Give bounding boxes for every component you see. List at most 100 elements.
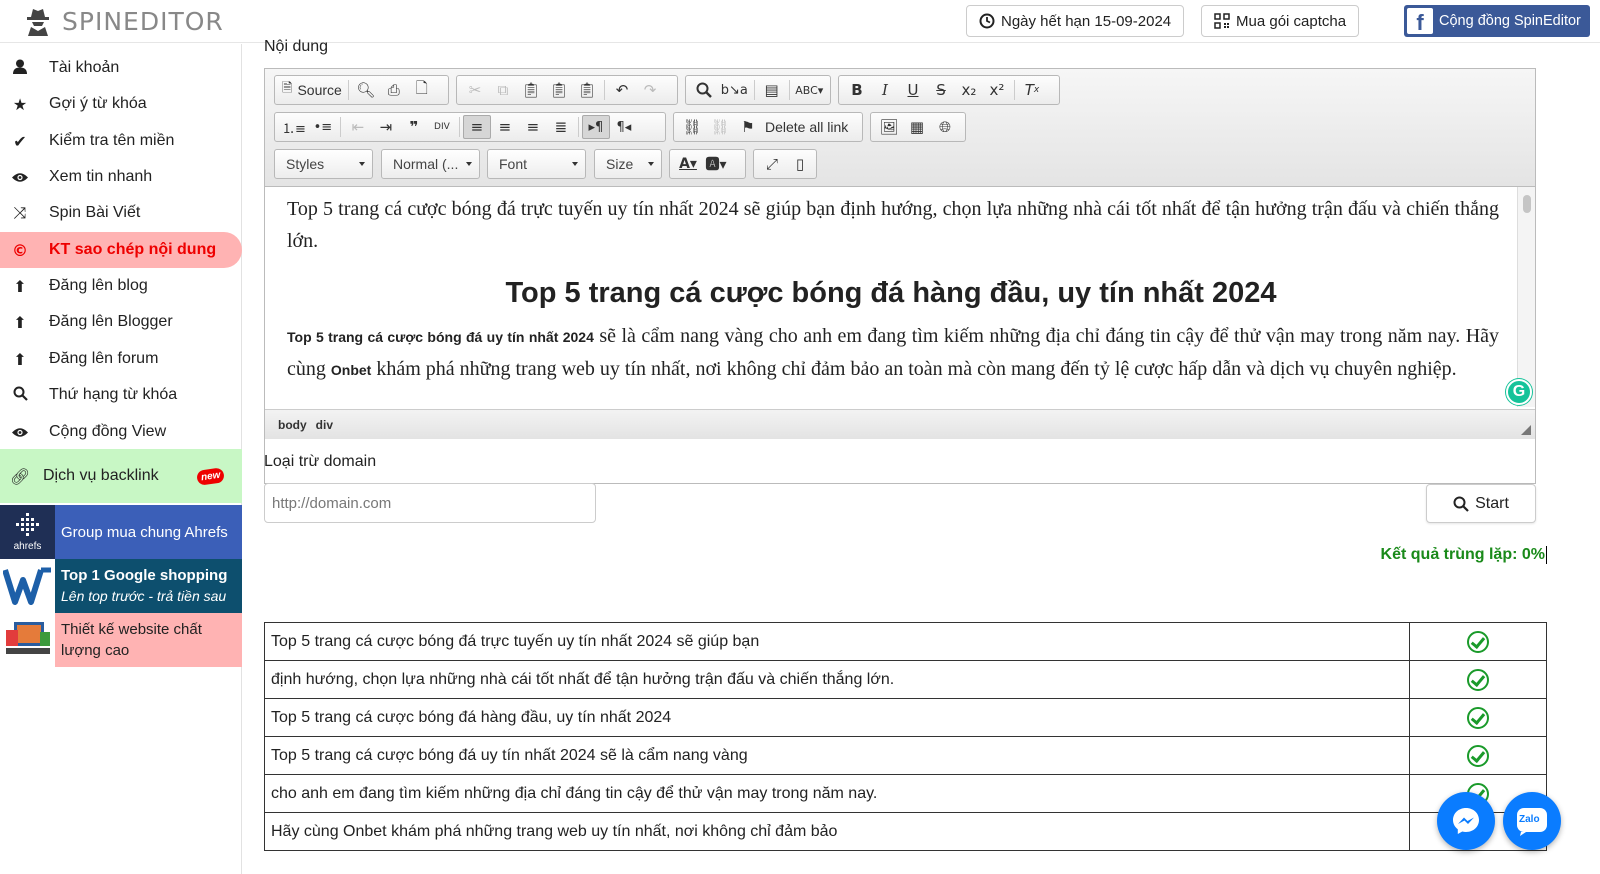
row-text: Hãy cùng Onbet khám phá những trang web … — [264, 812, 1410, 851]
source-button[interactable]: 🗎︎ Source — [279, 78, 345, 102]
promo-shopping-title: Top 1 Google shopping — [61, 567, 228, 584]
grammarly-icon[interactable]: G — [1506, 379, 1532, 405]
find-icon[interactable] — [690, 78, 718, 102]
indent-icon[interactable]: ⇥ — [372, 115, 400, 139]
bulleted-list-icon[interactable]: •≡ — [309, 115, 337, 139]
sidebar-item-domain-check[interactable]: ✔ Kiểm tra tên miền — [0, 123, 242, 159]
cut-icon[interactable]: ✂ — [461, 78, 489, 102]
start-button[interactable]: Start — [1426, 484, 1536, 523]
blockquote-icon[interactable]: ❞ — [400, 115, 428, 139]
sidebar-item-post-blog[interactable]: ⬆ Đăng lên blog — [0, 268, 242, 304]
template-icon[interactable]: 🗋︎ — [408, 78, 436, 102]
sidebar-item-post-blogger[interactable]: ⬆ Đăng lên Blogger — [0, 304, 242, 340]
replace-icon[interactable]: b↘a — [718, 78, 751, 102]
anchor-icon[interactable]: ⚑ — [734, 115, 762, 139]
path-body[interactable]: body — [278, 418, 307, 432]
sidebar-item-community-view[interactable]: Cộng đồng View — [0, 414, 242, 450]
path-div[interactable]: div — [316, 418, 333, 432]
promo-ahrefs[interactable]: ahrefs Group mua chung Ahrefs — [0, 505, 242, 559]
app-logo[interactable]: SPINEDITOR — [24, 4, 224, 38]
maximize-icon[interactable]: ⤢ — [758, 152, 786, 176]
row-text: Top 5 trang cá cược bóng đá trực tuyến u… — [264, 622, 1410, 661]
table-row: Top 5 trang cá cược bóng đá hàng đầu, uy… — [264, 698, 1547, 737]
link-icon[interactable]: ⛓ — [678, 115, 706, 139]
sidebar-item-plagiarism-check[interactable]: © KT sao chép nội dung — [0, 232, 242, 268]
resize-handle[interactable] — [1521, 425, 1531, 435]
numbered-list-icon[interactable]: ⒈≡ — [279, 115, 309, 139]
sidebar-item-keyword-suggest[interactable]: ★ Gợi ý từ khóa — [0, 86, 242, 122]
remove-format-icon[interactable]: Tx — [1018, 78, 1046, 102]
upload-icon: ⬆ — [13, 312, 27, 332]
start-label: Start — [1475, 494, 1509, 512]
background-color-icon[interactable]: 🅰︎▾ — [702, 152, 730, 176]
superscript-icon[interactable]: x² — [983, 78, 1011, 102]
backlink-label: Dịch vụ backlink — [43, 467, 159, 484]
paste-icon[interactable]: 📋︎ — [517, 78, 545, 102]
redo-icon[interactable]: ↷ — [636, 78, 664, 102]
promo-website-design[interactable]: Thiết kế website chất lượng cao — [0, 613, 242, 667]
editor-content[interactable]: Top 5 trang cá cược bóng đá trực tuyến u… — [265, 187, 1517, 407]
check-circle-icon — [1467, 630, 1489, 653]
messenger-icon — [1453, 808, 1479, 834]
italic-icon[interactable]: I — [871, 78, 899, 102]
iframe-globe-icon[interactable]: 🌐︎ — [931, 115, 959, 139]
brand-name: Onbet — [330, 362, 372, 378]
promo-google-shopping[interactable]: Top 1 Google shopping Lên top trước - tr… — [0, 559, 242, 613]
preview-icon[interactable]: 🔍︎ — [352, 78, 380, 102]
sidebar-item-quick-news[interactable]: Xem tin nhanh — [0, 159, 242, 195]
align-justify-icon[interactable]: ≣ — [547, 115, 575, 139]
text-color-icon[interactable]: A▾ — [674, 152, 702, 176]
sidebar-item-keyword-rank[interactable]: Thứ hạng từ khóa — [0, 377, 242, 413]
row-text: Top 5 trang cá cược bóng đá hàng đầu, uy… — [264, 698, 1410, 737]
paste-word-icon[interactable]: 📋︎ — [573, 78, 601, 102]
bold-icon[interactable]: B — [843, 78, 871, 102]
facebook-community-button[interactable]: f Cộng đồng SpinEditor — [1404, 5, 1590, 37]
check-circle-icon — [1467, 706, 1489, 729]
table-row: định hướng, chọn lựa những nhà cái tốt n… — [264, 660, 1547, 699]
spy-logo-icon — [27, 9, 49, 36]
styles-dropdown[interactable]: Styles — [274, 149, 373, 179]
scrollbar-thumb[interactable] — [1523, 195, 1531, 213]
div-container-icon[interactable]: DIV — [428, 115, 456, 139]
select-all-icon[interactable]: ▤ — [758, 78, 786, 102]
sidebar-item-spin-article[interactable]: ⤨ Spin Bài Viết — [0, 195, 242, 231]
undo-icon[interactable]: ↶ — [608, 78, 636, 102]
spellcheck-icon[interactable]: ABC▾ — [793, 78, 827, 102]
captcha-button[interactable]: Mua gói captcha — [1201, 5, 1360, 37]
sidebar-item-label: Kiểm tra tên miền — [49, 132, 175, 149]
table-icon[interactable]: ▦ — [903, 115, 931, 139]
ltr-icon[interactable]: ▸¶ — [581, 115, 610, 139]
sidebar-item-post-forum[interactable]: ⬆ Đăng lên forum — [0, 341, 242, 377]
unlink-icon[interactable]: ⛓ — [706, 115, 734, 139]
exclude-domain-input[interactable] — [264, 483, 596, 523]
copyright-icon: © — [12, 240, 28, 260]
zalo-chat-button[interactable]: Zalo — [1503, 792, 1561, 850]
editor-toolbar: 🗎︎ Source 🔍︎ ⎙ 🗋︎ ✂ ⧉ 📋︎ 📋︎ 📋︎ ↶ ↷ b↘a ▤… — [265, 69, 1535, 187]
format-dropdown[interactable]: Normal (... — [381, 149, 480, 179]
sidebar-item-account[interactable]: Tài khoản — [0, 50, 242, 86]
expiry-button[interactable]: Ngày hết hạn 15-09-2024 — [966, 5, 1185, 37]
subscript-icon[interactable]: x₂ — [955, 78, 983, 102]
image-icon[interactable]: 🖼︎ — [875, 115, 903, 139]
editor-scrollbar[interactable] — [1517, 187, 1535, 407]
print-icon[interactable]: ⎙ — [380, 78, 408, 102]
paste-text-icon[interactable]: 📋︎ — [545, 78, 573, 102]
toolbar-group-insert: 🖼︎ ▦ 🌐︎ — [870, 112, 966, 142]
outdent-icon[interactable]: ⇤ — [344, 115, 372, 139]
eye-icon — [10, 423, 30, 442]
underline-icon[interactable]: U — [899, 78, 927, 102]
sidebar-item-backlink[interactable]: 🔗︎ Dịch vụ backlink new — [0, 449, 242, 503]
strike-icon[interactable]: S — [927, 78, 955, 102]
duplicate-result: Kết quả trùng lặp: 0% — [1380, 546, 1547, 564]
size-dropdown[interactable]: Size — [594, 149, 662, 179]
rtl-icon[interactable]: ¶◂ — [610, 115, 638, 139]
delete-all-link-button[interactable]: Delete all link — [762, 115, 851, 139]
sidebar-item-label: Thứ hạng từ khóa — [49, 386, 178, 403]
show-blocks-icon[interactable]: ▯ — [786, 152, 814, 176]
align-left-icon[interactable]: ≡ — [462, 115, 491, 139]
font-dropdown[interactable]: Font — [487, 149, 586, 179]
align-right-icon[interactable]: ≡ — [519, 115, 547, 139]
align-center-icon[interactable]: ≡ — [491, 115, 519, 139]
messenger-chat-button[interactable] — [1437, 792, 1495, 850]
copy-icon[interactable]: ⧉ — [489, 78, 517, 102]
